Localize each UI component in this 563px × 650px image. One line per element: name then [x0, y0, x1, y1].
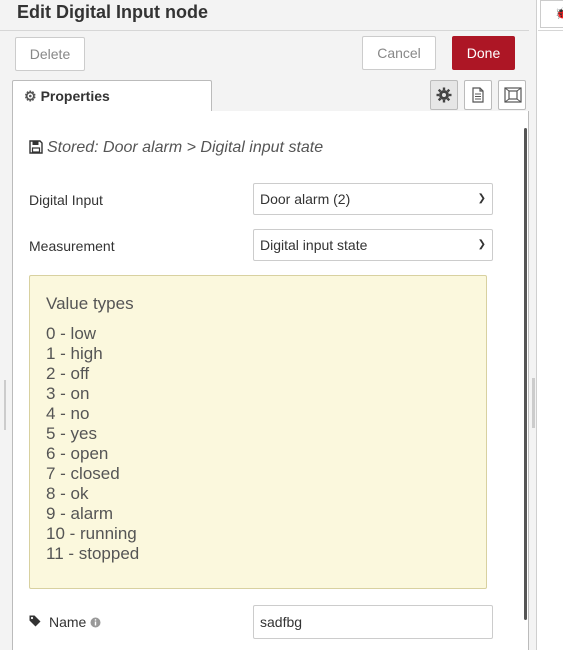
appearance-icon	[504, 87, 522, 103]
stored-text: Stored: Door alarm > Digital input state	[47, 139, 324, 156]
bug-icon: 🐞	[555, 8, 563, 20]
value-type-item: 6 - open	[46, 444, 109, 463]
name-input[interactable]: sadfbg	[253, 605, 493, 639]
digital-input-value: Door alarm (2)	[260, 191, 351, 207]
name-label: Name	[49, 614, 87, 630]
digital-input-label: Digital Input	[29, 192, 103, 208]
save-icon	[29, 140, 43, 154]
done-button[interactable]: Done	[452, 36, 515, 70]
gear-icon	[436, 87, 452, 103]
measurement-select[interactable]: Digital input state ❯	[253, 229, 493, 261]
tab-properties-label: Properties	[40, 88, 110, 104]
cancel-button[interactable]: Cancel	[362, 36, 436, 70]
gear-icon: ⚙	[24, 88, 37, 104]
left-resize-handle[interactable]	[4, 380, 6, 430]
sidebar-tab-debug[interactable]: 🐞	[540, 0, 563, 28]
value-types-box: Value types 0 - low 1 - high 2 - off 3 -…	[29, 275, 487, 589]
chevron-down-icon: ❯	[477, 193, 486, 204]
value-type-item: 2 - off	[46, 364, 90, 383]
measurement-label: Measurement	[29, 238, 115, 254]
description-icon	[472, 87, 484, 103]
value-type-item: 8 - ok	[46, 484, 89, 503]
value-type-item: 7 - closed	[46, 464, 120, 483]
value-types-title: Value types	[46, 294, 134, 313]
stored-info: Stored: Door alarm > Digital input state	[29, 139, 323, 157]
tab-properties[interactable]: ⚙ Properties	[12, 80, 212, 112]
info-icon	[90, 617, 101, 628]
toolbar-divider	[0, 30, 529, 31]
sidebar-divider	[538, 30, 563, 31]
value-type-item: 9 - alarm	[46, 504, 114, 523]
value-type-item: 3 - on	[46, 384, 90, 403]
edit-tray: Edit Digital Input node Delete Cancel Do…	[0, 0, 537, 650]
description-tab-button[interactable]	[464, 80, 492, 110]
chevron-down-icon: ❯	[477, 239, 486, 250]
value-type-item: 10 - running	[46, 524, 137, 543]
tray-title: Edit Digital Input node	[17, 2, 208, 22]
value-type-item: 0 - low	[46, 324, 97, 343]
tray-resize-handle[interactable]	[532, 378, 535, 428]
value-type-item: 5 - yes	[46, 424, 98, 443]
measurement-value: Digital input state	[260, 237, 368, 253]
settings-tab-button[interactable]	[430, 80, 458, 110]
digital-input-select[interactable]: Door alarm (2) ❯	[253, 183, 493, 215]
appearance-tab-button[interactable]	[498, 80, 526, 110]
name-label-row: Name	[29, 614, 101, 630]
value-type-item: 1 - high	[46, 344, 103, 363]
value-type-item: 4 - no	[46, 404, 90, 423]
tag-icon	[29, 615, 41, 627]
delete-button[interactable]: Delete	[15, 37, 85, 71]
value-type-item: 11 - stopped	[46, 544, 140, 563]
value-types-list: 0 - low 1 - high 2 - off 3 - on 4 - no 5…	[46, 324, 139, 564]
panel-scrollbar[interactable]	[524, 128, 527, 620]
